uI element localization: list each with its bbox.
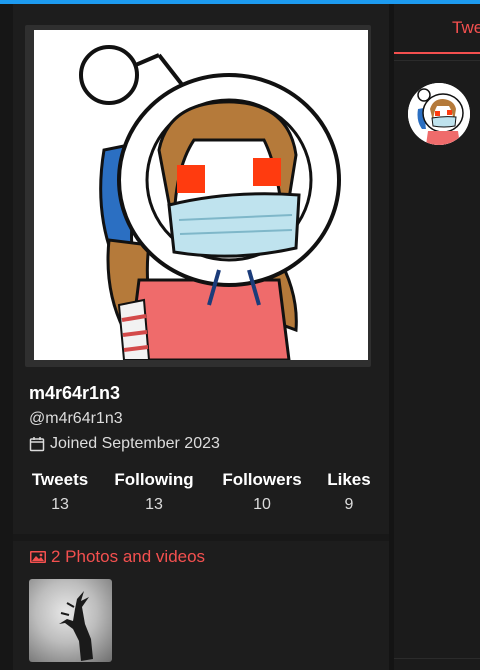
photos-videos-label: 2 Photos and videos	[51, 547, 206, 566]
stat-value: 13	[51, 496, 69, 513]
stat-followers[interactable]: Followers 10	[218, 470, 306, 514]
tree-silhouette-image	[59, 591, 93, 661]
stat-likes[interactable]: Likes 9	[325, 470, 373, 514]
left-gutter	[0, 4, 13, 670]
profile-joined: Joined September 2023	[29, 435, 220, 453]
mini-avatar-illustration	[408, 83, 470, 145]
stat-label: Tweets	[31, 470, 89, 489]
stat-value: 13	[145, 496, 163, 513]
stat-value: 10	[253, 496, 271, 513]
stat-label: Following	[114, 470, 194, 489]
media-thumbnail[interactable]	[29, 579, 112, 662]
photos-videos-link[interactable]: 2 Photos and videos	[29, 547, 205, 567]
stat-tweets[interactable]: Tweets 13	[29, 470, 91, 514]
stat-label: Followers	[222, 470, 302, 489]
active-tab-indicator	[394, 52, 480, 54]
profile-handle: @m4r64r1n3	[29, 410, 123, 427]
profile-display-name: m4r64r1n3	[29, 383, 121, 403]
stat-label: Likes	[327, 470, 371, 489]
avatar-illustration	[34, 30, 368, 360]
tweet-author-avatar[interactable]	[408, 83, 470, 145]
joined-date-text: Joined September 2023	[50, 435, 220, 452]
tab-tweets[interactable]: Twe	[452, 18, 480, 38]
panel-bottom-separator	[394, 658, 480, 659]
calendar-icon	[29, 437, 45, 452]
tab-separator	[394, 60, 480, 61]
stat-following[interactable]: Following 13	[111, 470, 197, 514]
image-icon	[30, 551, 46, 563]
profile-avatar[interactable]	[34, 30, 368, 360]
stat-value: 9	[344, 496, 354, 513]
